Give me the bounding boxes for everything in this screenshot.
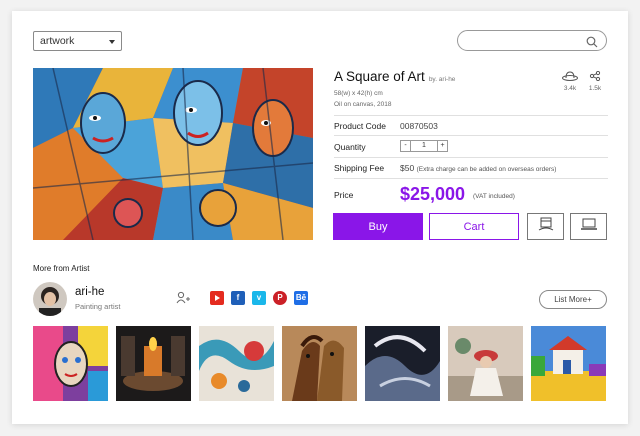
- share-count: 1.5k: [588, 85, 602, 92]
- artwork-title-text: A Square of Art: [334, 69, 425, 84]
- artist-artwork-thumb-3[interactable]: [199, 326, 274, 401]
- follow-button[interactable]: [176, 291, 190, 309]
- product-code-label: Product Code: [334, 121, 386, 131]
- quantity-stepper[interactable]: - 1 +: [400, 140, 448, 152]
- quantity-plus-button[interactable]: +: [437, 140, 448, 152]
- behance-icon[interactable]: Bē: [294, 291, 308, 305]
- facebook-icon[interactable]: f: [231, 291, 245, 305]
- buy-button[interactable]: Buy: [333, 213, 423, 240]
- quantity-value[interactable]: 1: [411, 140, 437, 152]
- divider: [334, 135, 608, 136]
- share-icon: [589, 70, 601, 83]
- search-icon[interactable]: [586, 35, 598, 53]
- artist-artwork-thumb-4[interactable]: [282, 326, 357, 401]
- like-stat[interactable]: 3.4k: [559, 71, 581, 92]
- artwork-image[interactable]: [33, 68, 313, 240]
- artist-artwork-thumb-5[interactable]: [365, 326, 440, 401]
- vat-note: (VAT included): [473, 193, 515, 200]
- chevron-down-icon: [109, 40, 115, 44]
- shipping-fee-label: Shipping Fee: [334, 163, 385, 173]
- artist-artwork-thumb-2[interactable]: [116, 326, 191, 401]
- quantity-minus-button[interactable]: -: [400, 140, 411, 152]
- laptop-icon: [580, 217, 598, 236]
- list-more-button[interactable]: List More+: [539, 290, 607, 309]
- artist-role: Painting artist: [75, 302, 121, 311]
- package-icon: [538, 216, 554, 237]
- shipping-fee-value: $50 (Extra charge can be added on overse…: [400, 163, 556, 173]
- artist-artwork-thumb-6[interactable]: [448, 326, 523, 401]
- artist-name[interactable]: ari-he: [75, 286, 104, 298]
- share-stat[interactable]: 1.5k: [584, 70, 606, 92]
- category-selected: artwork: [40, 35, 75, 47]
- avatar[interactable]: [33, 282, 67, 316]
- price-label: Price: [334, 190, 354, 200]
- artist-artwork-thumb-1[interactable]: [33, 326, 108, 401]
- artwork-author[interactable]: by. ari-he: [429, 76, 456, 83]
- pinterest-icon[interactable]: P: [273, 291, 287, 305]
- search-box[interactable]: [457, 30, 607, 51]
- laptop-icon-button[interactable]: [570, 213, 607, 240]
- youtube-icon[interactable]: [210, 291, 224, 305]
- artist-artwork-thumb-7[interactable]: [531, 326, 606, 401]
- artwork-size: 58(w) x 42(h) cm: [334, 90, 383, 97]
- more-from-artist-heading: More from Artist: [33, 264, 90, 273]
- shipping-fee-note: (Extra charge can be added on overseas o…: [416, 166, 557, 173]
- artwork-medium: Oil on canvas, 2018: [334, 101, 392, 108]
- vimeo-icon[interactable]: v: [252, 291, 266, 305]
- product-code-value: 00870503: [400, 121, 438, 131]
- add-user-icon: [176, 291, 190, 308]
- hat-icon: [562, 71, 578, 83]
- like-count: 3.4k: [563, 85, 577, 92]
- divider: [334, 157, 608, 158]
- shipping-fee-amount: $50: [400, 163, 415, 173]
- artwork-title: A Square of Art by. ari-he: [334, 69, 455, 84]
- price-value: $25,000: [400, 184, 466, 204]
- product-card: artwork A Square of Art by. ari-he 58(w)…: [12, 11, 628, 424]
- divider: [334, 178, 608, 179]
- cart-button[interactable]: Cart: [429, 213, 519, 240]
- box-icon-button[interactable]: [527, 213, 564, 240]
- search-input[interactable]: [468, 32, 588, 51]
- divider: [334, 115, 608, 116]
- category-dropdown[interactable]: artwork: [33, 31, 122, 51]
- quantity-label: Quantity: [334, 142, 366, 152]
